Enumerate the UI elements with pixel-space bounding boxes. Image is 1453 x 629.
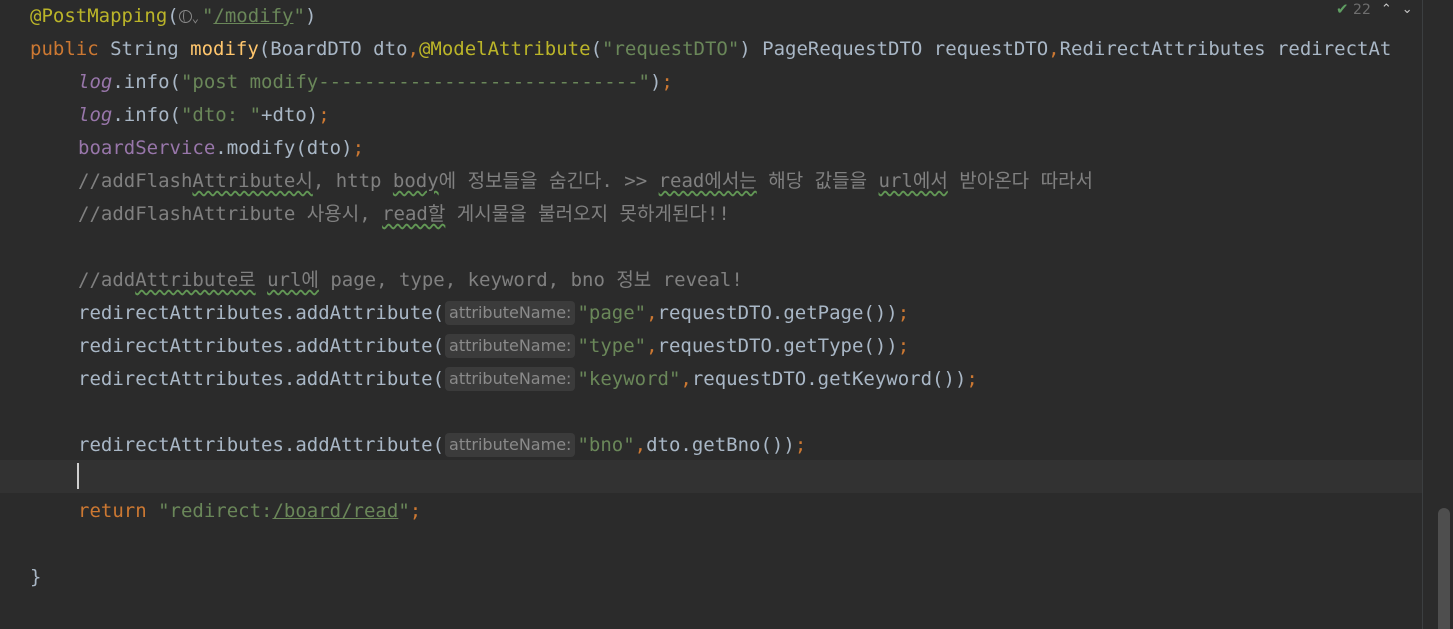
inspection-count: 22 xyxy=(1353,2,1371,18)
current-line[interactable] xyxy=(0,460,1422,493)
scrollbar-thumb[interactable] xyxy=(1438,508,1450,629)
checkmark-icon: ✔ xyxy=(1336,0,1349,18)
url-link[interactable]: /board/read xyxy=(272,500,398,522)
parameter-hint: attributeName: xyxy=(445,433,576,457)
comment-line-7: //addFlashAttribute 사용시, read할 게시물을 불러오지… xyxy=(78,203,730,225)
chevron-down-icon[interactable]: ⌄ xyxy=(192,11,199,25)
code-line-5: boardService.modify(dto); xyxy=(78,137,365,159)
parameter-hint: attributeName: xyxy=(445,301,576,325)
string-literal: "/modify" xyxy=(201,5,305,27)
code-line-1: @PostMapping(⌄ "/modify") xyxy=(30,5,317,27)
text-cursor xyxy=(77,463,79,489)
code-line-11: redirectAttributes.addAttribute(attribut… xyxy=(78,334,910,358)
annotation: @PostMapping xyxy=(30,5,168,27)
parameter-hint: attributeName: xyxy=(445,367,576,391)
globe-icon[interactable] xyxy=(178,10,192,23)
method-name: modify xyxy=(190,38,259,60)
code-line-4: log.info("dto: "+dto); xyxy=(78,104,330,126)
inspection-widget[interactable]: ✔ 22 ⌃ ⌄ xyxy=(1336,0,1413,18)
code-line-10: redirectAttributes.addAttribute(attribut… xyxy=(78,301,910,325)
code-line-16: return "redirect:/board/read"; xyxy=(78,500,422,522)
code-line-2: public String modify(BoardDTO dto,@Model… xyxy=(30,38,1392,60)
comment-line-9: //addAttribute로 url에 page, type, keyword… xyxy=(78,269,743,291)
editor-gutter-divider xyxy=(1422,0,1423,629)
comment-line-6: //addFlashAttribute시, http body에 정보들을 숨긴… xyxy=(78,170,1094,192)
code-line-14: redirectAttributes.addAttribute(attribut… xyxy=(78,433,807,457)
code-editor[interactable]: @PostMapping(⌄ "/modify") public String m… xyxy=(0,0,1422,629)
code-line-12: redirectAttributes.addAttribute(attribut… xyxy=(78,367,978,391)
previous-highlight-icon[interactable]: ⌃ xyxy=(1381,2,1392,17)
parameter-hint: attributeName: xyxy=(445,334,576,358)
code-line-3: log.info("post modify-------------------… xyxy=(78,71,673,93)
next-highlight-icon[interactable]: ⌄ xyxy=(1402,2,1413,17)
inspection-status[interactable]: ✔ 22 xyxy=(1336,0,1371,18)
closing-brace: } xyxy=(30,566,42,588)
